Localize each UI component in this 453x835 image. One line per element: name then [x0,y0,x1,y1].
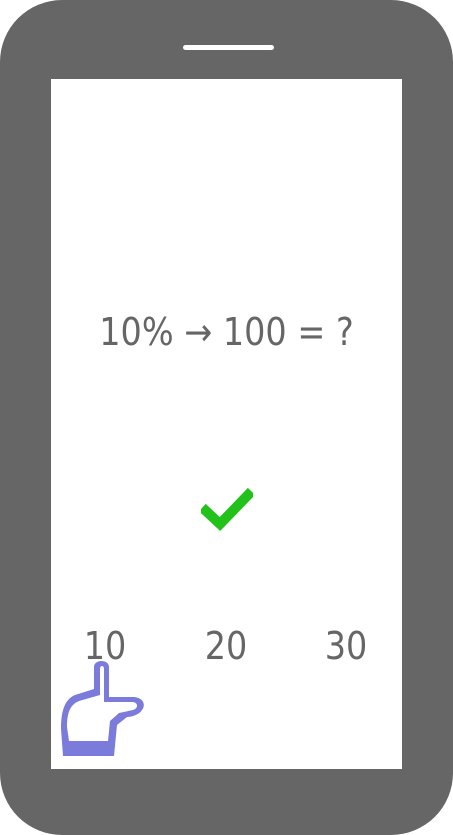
answer-option-20[interactable]: 20 [191,618,261,674]
question-text: 10% → 100 = ? [99,310,354,354]
checkmark-icon [201,487,253,531]
speaker-slot [183,45,274,50]
answer-option-30[interactable]: 30 [311,618,381,674]
answer-option-10[interactable]: 10 [70,618,140,674]
